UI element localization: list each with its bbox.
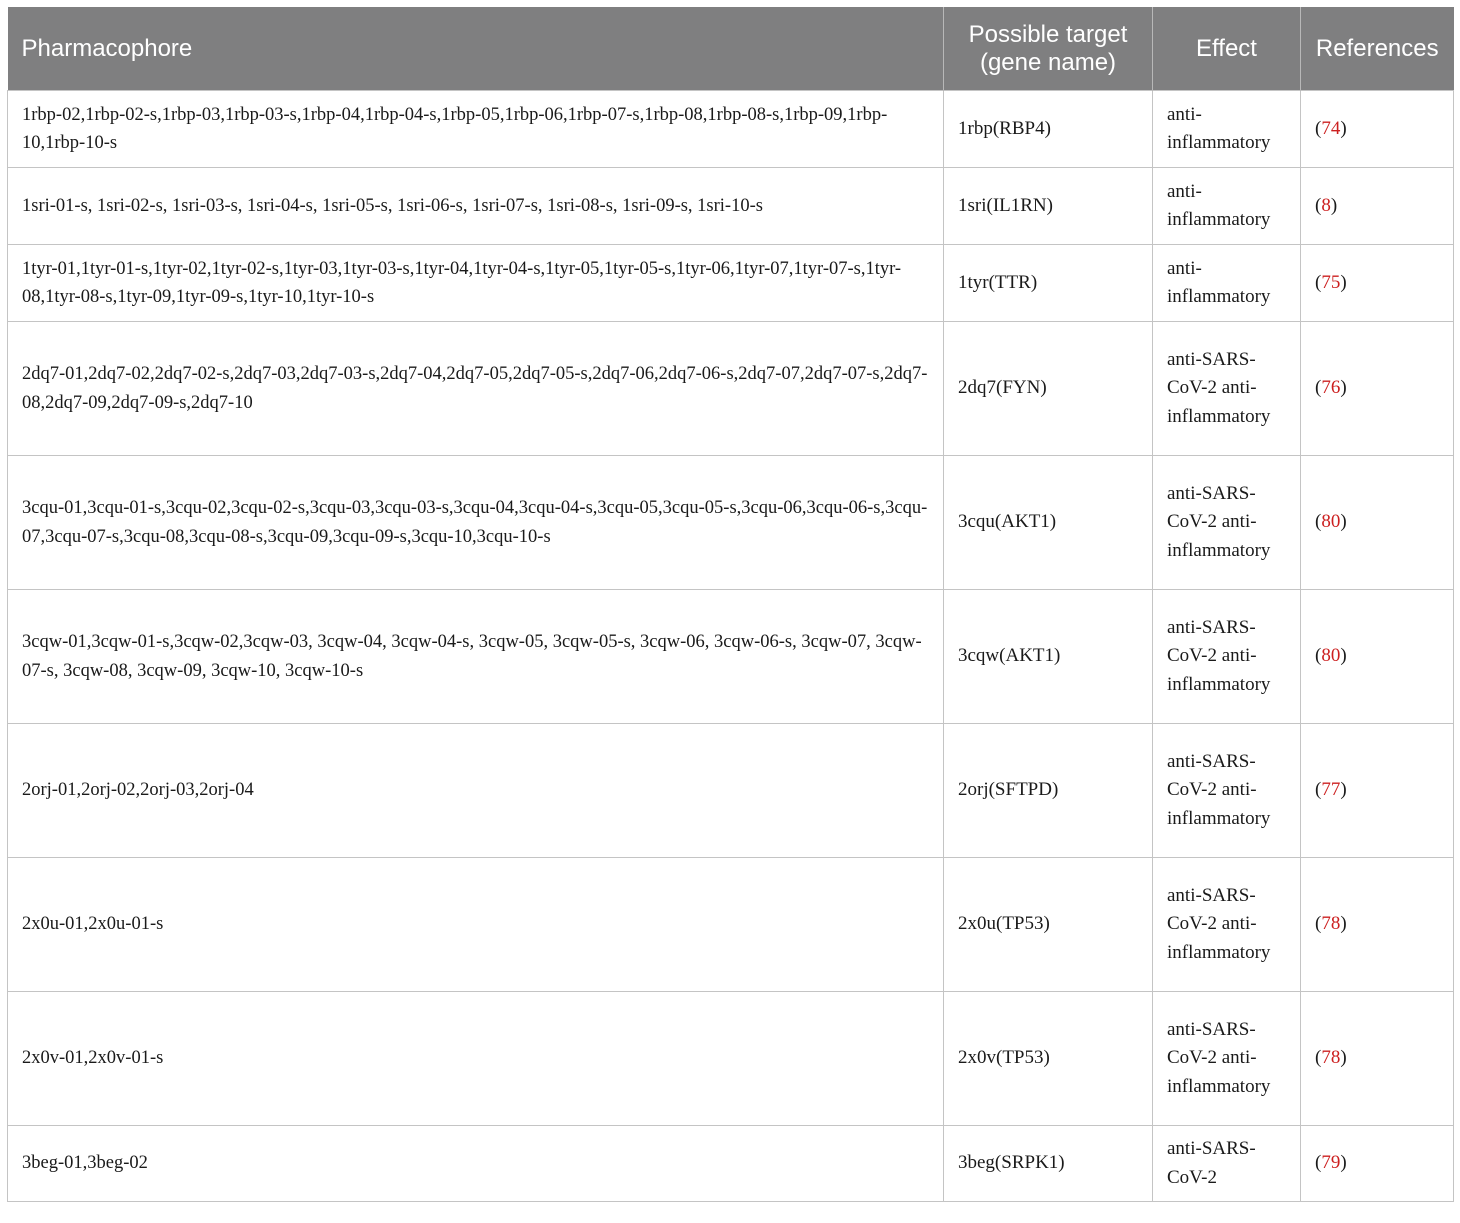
table-row: 2x0v-01,2x0v-01-s 2x0v(TP53) anti-SARS-C… [7,991,1454,1126]
reference-link[interactable]: 80 [1321,645,1340,666]
target-cell: 3beg(SRPK1) [943,1125,1153,1202]
pharmacophore-cell: 1sri-01-s, 1sri-02-s, 1sri-03-s, 1sri-04… [7,167,944,245]
target-cell: 1tyr(TTR) [943,244,1153,322]
pharmacophore-cell: 2x0v-01,2x0v-01-s [7,991,944,1126]
effect-cell: anti-SARS-CoV-2 anti-inflammatory [1152,857,1301,992]
reference-link[interactable]: 74 [1321,118,1340,139]
header-references: References [1300,7,1454,91]
target-cell: 2orj(SFTPD) [943,723,1153,858]
reference-cell: (75) [1300,244,1454,322]
table-row: 1tyr-01,1tyr-01-s,1tyr-02,1tyr-02-s,1tyr… [7,244,1454,322]
reference-cell: (8) [1300,167,1454,245]
table-row: 1sri-01-s, 1sri-02-s, 1sri-03-s, 1sri-04… [7,167,1454,245]
target-cell: 2x0v(TP53) [943,991,1153,1126]
reference-link[interactable]: 75 [1321,272,1340,293]
reference-link[interactable]: 78 [1321,913,1340,934]
reference-link[interactable]: 77 [1321,779,1340,800]
table-row: 2orj-01,2orj-02,2orj-03,2orj-04 2orj(SFT… [7,723,1454,858]
pharmacophore-cell: 3cqw-01,3cqw-01-s,3cqw-02,3cqw-03, 3cqw-… [7,589,944,724]
pharmacophore-cell: 1rbp-02,1rbp-02-s,1rbp-03,1rbp-03-s,1rbp… [7,90,944,168]
table-row: 1rbp-02,1rbp-02-s,1rbp-03,1rbp-03-s,1rbp… [7,90,1454,168]
reference-link[interactable]: 80 [1321,511,1340,532]
reference-cell: (78) [1300,857,1454,992]
table-row: 3cqu-01,3cqu-01-s,3cqu-02,3cqu-02-s,3cqu… [7,455,1454,590]
effect-cell: anti-SARS-CoV-2 anti-inflammatory [1152,321,1301,456]
reference-link[interactable]: 8 [1321,195,1331,216]
target-cell: 2x0u(TP53) [943,857,1153,992]
target-cell: 1rbp(RBP4) [943,90,1153,168]
pharmacophore-cell: 2dq7-01,2dq7-02,2dq7-02-s,2dq7-03,2dq7-0… [7,321,944,456]
reference-cell: (77) [1300,723,1454,858]
table-row: 3beg-01,3beg-02 3beg(SRPK1) anti-SARS-Co… [7,1125,1454,1202]
header-possible-target: Possible target (gene name) [943,7,1153,91]
header-pharmacophore: Pharmacophore [7,7,944,91]
pharmacophore-cell: 3cqu-01,3cqu-01-s,3cqu-02,3cqu-02-s,3cqu… [7,455,944,590]
effect-cell: anti-inflammatory [1152,167,1301,245]
target-cell: 3cqu(AKT1) [943,455,1153,590]
reference-link[interactable]: 78 [1321,1047,1340,1068]
reference-cell: (80) [1300,455,1454,590]
table-row: 2x0u-01,2x0u-01-s 2x0u(TP53) anti-SARS-C… [7,857,1454,992]
pharmacophore-cell: 2x0u-01,2x0u-01-s [7,857,944,992]
effect-cell: anti-SARS-CoV-2 anti-inflammatory [1152,589,1301,724]
effect-cell: anti-inflammatory [1152,244,1301,322]
effect-cell: anti-SARS-CoV-2 anti-inflammatory [1152,723,1301,858]
effect-cell: anti-SARS-CoV-2 anti-inflammatory [1152,455,1301,590]
header-effect: Effect [1152,7,1301,91]
pharmacophore-cell: 2orj-01,2orj-02,2orj-03,2orj-04 [7,723,944,858]
effect-cell: anti-inflammatory [1152,90,1301,168]
reference-cell: (76) [1300,321,1454,456]
reference-link[interactable]: 79 [1321,1152,1340,1173]
target-cell: 1sri(IL1RN) [943,167,1153,245]
table-row: 2dq7-01,2dq7-02,2dq7-02-s,2dq7-03,2dq7-0… [7,321,1454,456]
pharmacophore-cell: 3beg-01,3beg-02 [7,1125,944,1202]
effect-cell: anti-SARS-CoV-2 [1152,1125,1301,1202]
reference-cell: (79) [1300,1125,1454,1202]
pharmacophore-cell: 1tyr-01,1tyr-01-s,1tyr-02,1tyr-02-s,1tyr… [7,244,944,322]
pharmacophore-table: Pharmacophore Possible target (gene name… [7,7,1454,1202]
reference-cell: (78) [1300,991,1454,1126]
reference-link[interactable]: 76 [1321,377,1340,398]
target-cell: 3cqw(AKT1) [943,589,1153,724]
target-cell: 2dq7(FYN) [943,321,1153,456]
table-row: 3cqw-01,3cqw-01-s,3cqw-02,3cqw-03, 3cqw-… [7,589,1454,724]
reference-cell: (74) [1300,90,1454,168]
reference-cell: (80) [1300,589,1454,724]
table-header-row: Pharmacophore Possible target (gene name… [7,7,1454,91]
effect-cell: anti-SARS-CoV-2 anti-inflammatory [1152,991,1301,1126]
